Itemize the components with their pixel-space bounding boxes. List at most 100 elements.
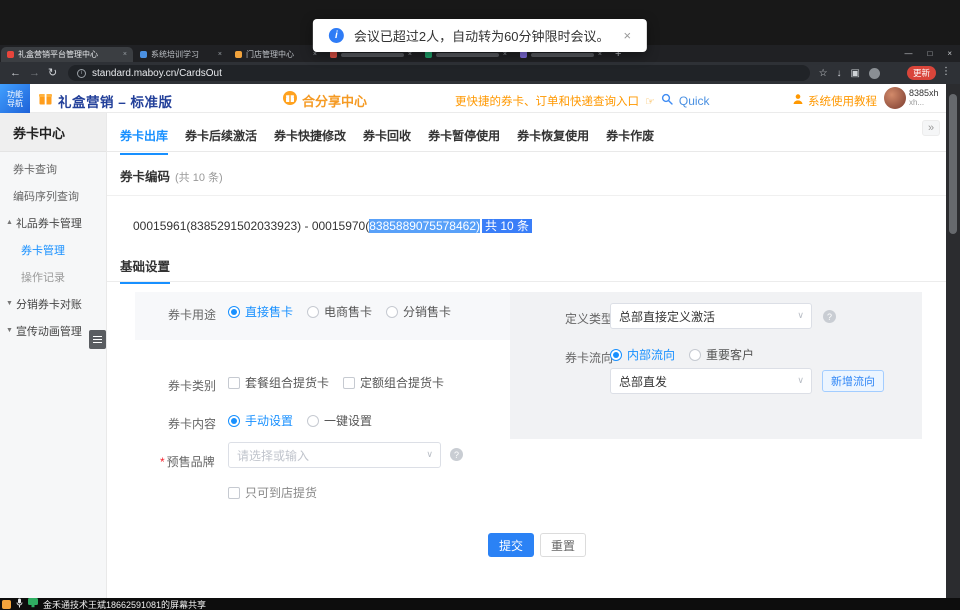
radio-one-click-setting[interactable]: 一键设置 xyxy=(307,412,372,429)
caret-down-icon: ▼ xyxy=(6,327,13,334)
pointer-icon: ☞ xyxy=(645,95,655,108)
sidebar-item-card-management[interactable]: 券卡管理 xyxy=(0,236,106,263)
user-avatar[interactable] xyxy=(884,87,906,109)
brand-select[interactable]: 请选择或输入 ∨ xyxy=(228,442,441,468)
extensions-icon[interactable]: ▣ xyxy=(851,68,860,79)
search-icon[interactable] xyxy=(661,92,673,110)
radio-ecommerce-sale[interactable]: 电商售卡 xyxy=(307,303,372,320)
sidebar-item-label: 券卡查询 xyxy=(13,161,57,177)
maximize-icon[interactable]: □ xyxy=(927,49,932,58)
url-input[interactable]: i standard.maboy.cn/CardsOut xyxy=(68,65,810,81)
flow-select[interactable]: 总部直发 ∨ xyxy=(610,368,812,394)
user-info: 8385xh xh... xyxy=(909,88,939,108)
radio-icon xyxy=(228,415,240,427)
radio-icon xyxy=(386,306,398,318)
microphone-icon[interactable] xyxy=(16,595,23,610)
sidebar-group-distribution-reconcile[interactable]: ▼ 分销券卡对账 xyxy=(0,290,106,317)
option-label: 电商售卡 xyxy=(324,303,372,320)
checkbox-fixed-combo-card[interactable]: 定额组合提货卡 xyxy=(343,374,444,391)
flow-label: 券卡流向 xyxy=(565,349,613,366)
sidebar-collapse-toggle[interactable] xyxy=(89,330,106,349)
username-sub: xh... xyxy=(909,98,939,108)
sidebar-item-operation-log[interactable]: 操作记录 xyxy=(0,263,106,290)
brand-placeholder: 请选择或输入 xyxy=(237,447,309,464)
back-icon[interactable]: ← xyxy=(10,66,21,80)
option-label: 定额组合提货卡 xyxy=(360,374,444,391)
option-label: 内部流向 xyxy=(627,346,675,363)
sidebar-item-card-query[interactable]: 券卡查询 xyxy=(0,155,106,182)
radio-distribution-sale[interactable]: 分销售卡 xyxy=(386,303,451,320)
sidebar-item-label: 操作记录 xyxy=(21,269,65,285)
checkbox-icon xyxy=(228,377,240,389)
favicon xyxy=(520,51,527,58)
radio-icon xyxy=(307,415,319,427)
define-type-select[interactable]: 总部直接定义激活 ∨ xyxy=(610,303,812,329)
card-code-range: 00015961(8385291502033923) - 00015970(83… xyxy=(133,217,532,234)
window-close-icon[interactable]: × xyxy=(947,49,952,58)
category-label: 券卡类别 xyxy=(168,377,216,394)
site-info-icon[interactable]: i xyxy=(77,69,86,78)
username: 8385xh xyxy=(909,88,939,98)
divider xyxy=(107,195,946,196)
profile-avatar-icon[interactable] xyxy=(869,68,880,79)
radio-direct-sale[interactable]: 直接售卡 xyxy=(228,303,293,320)
toolbar-icons: ☆ ↓ ▣ xyxy=(819,62,880,84)
tab-close-icon[interactable]: × xyxy=(408,51,412,58)
share-center-link[interactable]: 合分享中心 xyxy=(283,91,367,110)
favicon xyxy=(425,51,432,58)
content-label: 券卡内容 xyxy=(168,415,216,432)
scrollbar-thumb[interactable] xyxy=(949,94,957,234)
basic-settings-title[interactable]: 基础设置 xyxy=(120,256,170,284)
caret-up-icon: ▲ xyxy=(6,219,13,226)
option-label: 手动设置 xyxy=(245,412,293,429)
person-icon xyxy=(792,92,804,110)
submit-button[interactable]: 提交 xyxy=(488,533,534,557)
store-only-option: 只可到店提货 xyxy=(228,484,317,501)
sidebar-item-label: 宣传动画管理 xyxy=(16,323,82,339)
checkbox-store-pickup-only[interactable]: 只可到店提货 xyxy=(228,484,317,501)
checkbox-package-combo-card[interactable]: 套餐组合提货卡 xyxy=(228,374,329,391)
radio-important-customer[interactable]: 重要客户 xyxy=(689,346,754,363)
sidebar-item-code-sequence-query[interactable]: 编码序列查询 xyxy=(0,182,106,209)
browser-menu-icon[interactable]: ⋮ xyxy=(941,66,951,77)
radio-manual-setting[interactable]: 手动设置 xyxy=(228,412,293,429)
screen: i 会议已超过2人，自动转为60分钟限时会议。 × 礼盒营销平台管理中心 × 系… xyxy=(0,0,960,610)
brand-help-icon[interactable]: ? xyxy=(450,448,463,461)
codes-count: (共 10 条) xyxy=(175,169,223,185)
code-range-prefix: 00015961(8385291502033923) - 00015970( xyxy=(133,219,369,233)
browser-tab[interactable]: 系统培训学习 × xyxy=(134,47,228,62)
define-type-help-icon[interactable]: ? xyxy=(823,310,836,323)
download-icon[interactable]: ↓ xyxy=(837,68,842,79)
minimize-icon[interactable]: — xyxy=(904,49,912,58)
toast-close-icon[interactable]: × xyxy=(624,28,632,43)
sidebar-group-gift-card-mgmt[interactable]: ▲ 礼品券卡管理 xyxy=(0,209,106,236)
gift-icon xyxy=(38,91,53,111)
chevron-down-icon: ∨ xyxy=(797,310,804,321)
reset-button[interactable]: 重置 xyxy=(540,533,586,557)
add-flow-button[interactable]: 新增流向 xyxy=(822,370,884,392)
sidebar-menu: 券卡查询 编码序列查询 ▲ 礼品券卡管理 券卡管理 操作记录 ▼ 分销券卡对账 xyxy=(0,152,106,344)
function-nav-button[interactable]: 功能 导航 xyxy=(0,84,30,113)
collapse-panel-button[interactable]: » xyxy=(922,120,940,136)
caret-down-icon: ▼ xyxy=(6,300,13,307)
tab-close-icon[interactable]: × xyxy=(313,51,317,58)
tab-close-icon[interactable]: × xyxy=(503,51,507,58)
page-content: 券卡中心 券卡查询 编码序列查询 ▲ 礼品券卡管理 券卡管理 操作记录 xyxy=(0,113,960,598)
reload-icon[interactable]: ↻ xyxy=(48,66,57,80)
radio-internal-flow[interactable]: 内部流向 xyxy=(610,346,675,363)
define-type-label: 定义类型 xyxy=(565,310,613,327)
quick-search-area: 更快捷的券卡、订单和快递查询入口 ☞ Quick xyxy=(455,92,710,110)
quick-search-link[interactable]: Quick xyxy=(679,94,710,108)
bookmark-star-icon[interactable]: ☆ xyxy=(819,68,828,79)
quick-entry-link[interactable]: 更快捷的券卡、订单和快递查询入口 xyxy=(455,93,639,109)
browser-tab[interactable]: 门店管理中心 × xyxy=(229,47,323,62)
tutorial-link[interactable]: 系统使用教程 xyxy=(792,92,877,110)
browser-update-button[interactable]: 更新 xyxy=(907,66,936,80)
forward-icon[interactable]: → xyxy=(29,66,40,80)
favicon xyxy=(7,51,14,58)
favicon xyxy=(140,51,147,58)
browser-tab-active[interactable]: 礼盒营销平台管理中心 × xyxy=(1,47,133,62)
tab-close-icon[interactable]: × xyxy=(218,51,222,58)
tab-close-icon[interactable]: × xyxy=(123,51,127,58)
tab-close-icon[interactable]: × xyxy=(598,51,602,58)
